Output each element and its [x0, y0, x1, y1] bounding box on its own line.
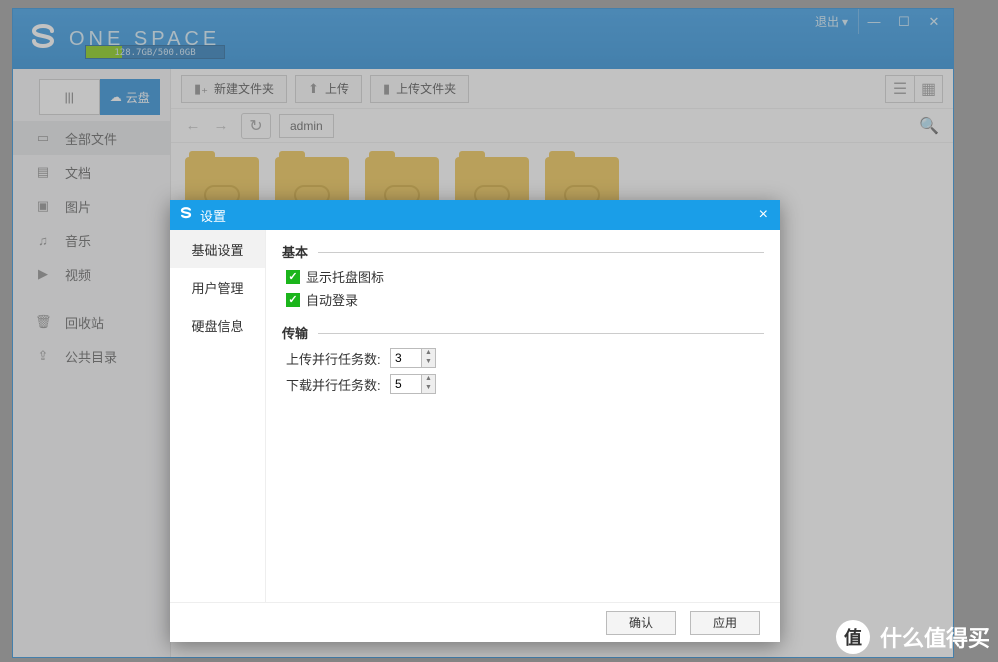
- spinner-down-icon[interactable]: ▼: [422, 384, 435, 393]
- download-concurrent-row: 下载并行任务数: ▲▼: [286, 374, 764, 394]
- dialog-title: 设置: [200, 206, 226, 225]
- checkbox-tray-row[interactable]: ✓ 显示托盘图标: [286, 267, 764, 286]
- app-logo-icon: [178, 206, 194, 225]
- apply-button[interactable]: 应用: [690, 611, 760, 635]
- download-concurrent-input[interactable]: [390, 374, 422, 394]
- settings-dialog: 设置 × 基础设置 用户管理 硬盘信息 基本 ✓ 显示托盘图标 ✓ 自动登录 传…: [170, 200, 780, 642]
- spinner-up-icon[interactable]: ▲: [422, 349, 435, 358]
- dialog-nav: 基础设置 用户管理 硬盘信息: [170, 230, 266, 602]
- checkbox-label: 显示托盘图标: [306, 267, 384, 286]
- upload-concurrent-row: 上传并行任务数: ▲▼: [286, 348, 764, 368]
- spinner-down-icon[interactable]: ▼: [422, 358, 435, 367]
- dialog-footer: 确认 应用: [170, 602, 780, 642]
- dialog-nav-users[interactable]: 用户管理: [170, 268, 265, 306]
- section-transfer-title: 传输: [282, 323, 764, 342]
- checkbox-autologin-row[interactable]: ✓ 自动登录: [286, 290, 764, 309]
- ok-button[interactable]: 确认: [606, 611, 676, 635]
- dialog-titlebar: 设置 ×: [170, 200, 780, 230]
- watermark-badge: 值: [836, 620, 870, 654]
- upload-concurrent-label: 上传并行任务数:: [286, 349, 384, 368]
- dialog-body: 基础设置 用户管理 硬盘信息 基本 ✓ 显示托盘图标 ✓ 自动登录 传输 上传并…: [170, 230, 780, 602]
- checkbox-label: 自动登录: [306, 290, 358, 309]
- download-concurrent-label: 下载并行任务数:: [286, 375, 384, 394]
- upload-concurrent-input[interactable]: [390, 348, 422, 368]
- download-concurrent-spinner[interactable]: ▲▼: [390, 374, 436, 394]
- section-basic-title: 基本: [282, 242, 764, 261]
- dialog-nav-basic[interactable]: 基础设置: [170, 230, 265, 268]
- upload-concurrent-spinner[interactable]: ▲▼: [390, 348, 436, 368]
- dialog-close-button[interactable]: ×: [755, 206, 772, 224]
- checkbox-checked-icon: ✓: [286, 270, 300, 284]
- spinner-up-icon[interactable]: ▲: [422, 375, 435, 384]
- watermark: 值 什么值得买: [836, 620, 990, 654]
- watermark-text: 什么值得买: [880, 621, 990, 653]
- dialog-nav-disk[interactable]: 硬盘信息: [170, 306, 265, 344]
- checkbox-checked-icon: ✓: [286, 293, 300, 307]
- dialog-content: 基本 ✓ 显示托盘图标 ✓ 自动登录 传输 上传并行任务数: ▲▼ 下载并行任务…: [266, 230, 780, 602]
